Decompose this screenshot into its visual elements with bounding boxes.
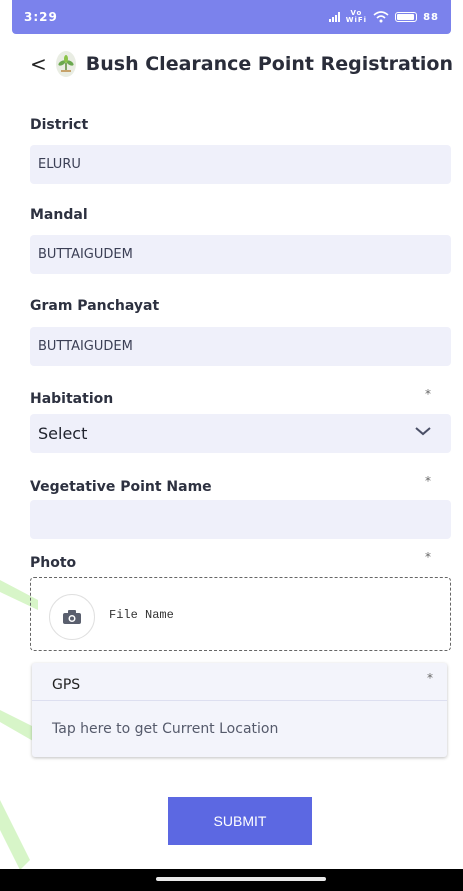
home-gesture-handle[interactable] <box>156 877 326 881</box>
habitation-selected-value: Select <box>38 424 88 443</box>
gps-divider <box>32 700 447 701</box>
mandal-label: Mandal <box>30 207 88 223</box>
gram-panchayat-label: Gram Panchayat <box>30 298 160 314</box>
photo-upload-box[interactable]: File Name <box>30 577 451 651</box>
signal-icon <box>328 12 340 22</box>
photo-required-mark: * <box>425 550 431 564</box>
page-title: Bush Clearance Point Registration <box>85 53 453 75</box>
camera-button[interactable] <box>49 594 95 640</box>
gps-card: GPS * Tap here to get Current Location <box>32 663 447 757</box>
district-label: District <box>30 117 89 133</box>
back-arrow-icon[interactable]: < <box>30 52 48 76</box>
habitation-label: Habitation <box>30 391 114 407</box>
vowifi-icon: Vo WiFi <box>345 9 368 24</box>
mandal-field: BUTTAIGUDEM <box>30 235 451 274</box>
get-location-button[interactable]: Tap here to get Current Location <box>52 721 278 737</box>
battery-level: 88 <box>423 11 439 23</box>
vegetative-point-input[interactable] <box>30 500 451 539</box>
system-nav-bar <box>0 869 463 891</box>
habitation-select[interactable]: Select <box>30 414 451 453</box>
gps-required-mark: * <box>427 671 433 685</box>
district-field: ELURU <box>30 145 451 184</box>
camera-icon <box>63 610 81 624</box>
vegetative-point-required-mark: * <box>425 474 431 488</box>
status-bar: 3:29 Vo WiFi 88 <box>12 0 451 34</box>
submit-button[interactable]: SUBMIT <box>168 797 312 845</box>
habitation-required-mark: * <box>425 387 431 401</box>
wifi-icon <box>373 11 389 23</box>
vegetative-point-label: Vegetative Point Name <box>30 479 212 495</box>
battery-icon <box>395 12 418 22</box>
chevron-down-icon <box>415 427 431 436</box>
gps-title: GPS <box>52 677 81 693</box>
file-name-text: File Name <box>109 608 174 622</box>
gram-panchayat-field: BUTTAIGUDEM <box>30 327 451 366</box>
photo-label: Photo <box>30 555 77 571</box>
app-header: < Bush Clearance Point Registration <box>30 44 453 84</box>
status-time: 3:29 <box>24 10 58 24</box>
plant-logo-icon <box>55 51 76 77</box>
